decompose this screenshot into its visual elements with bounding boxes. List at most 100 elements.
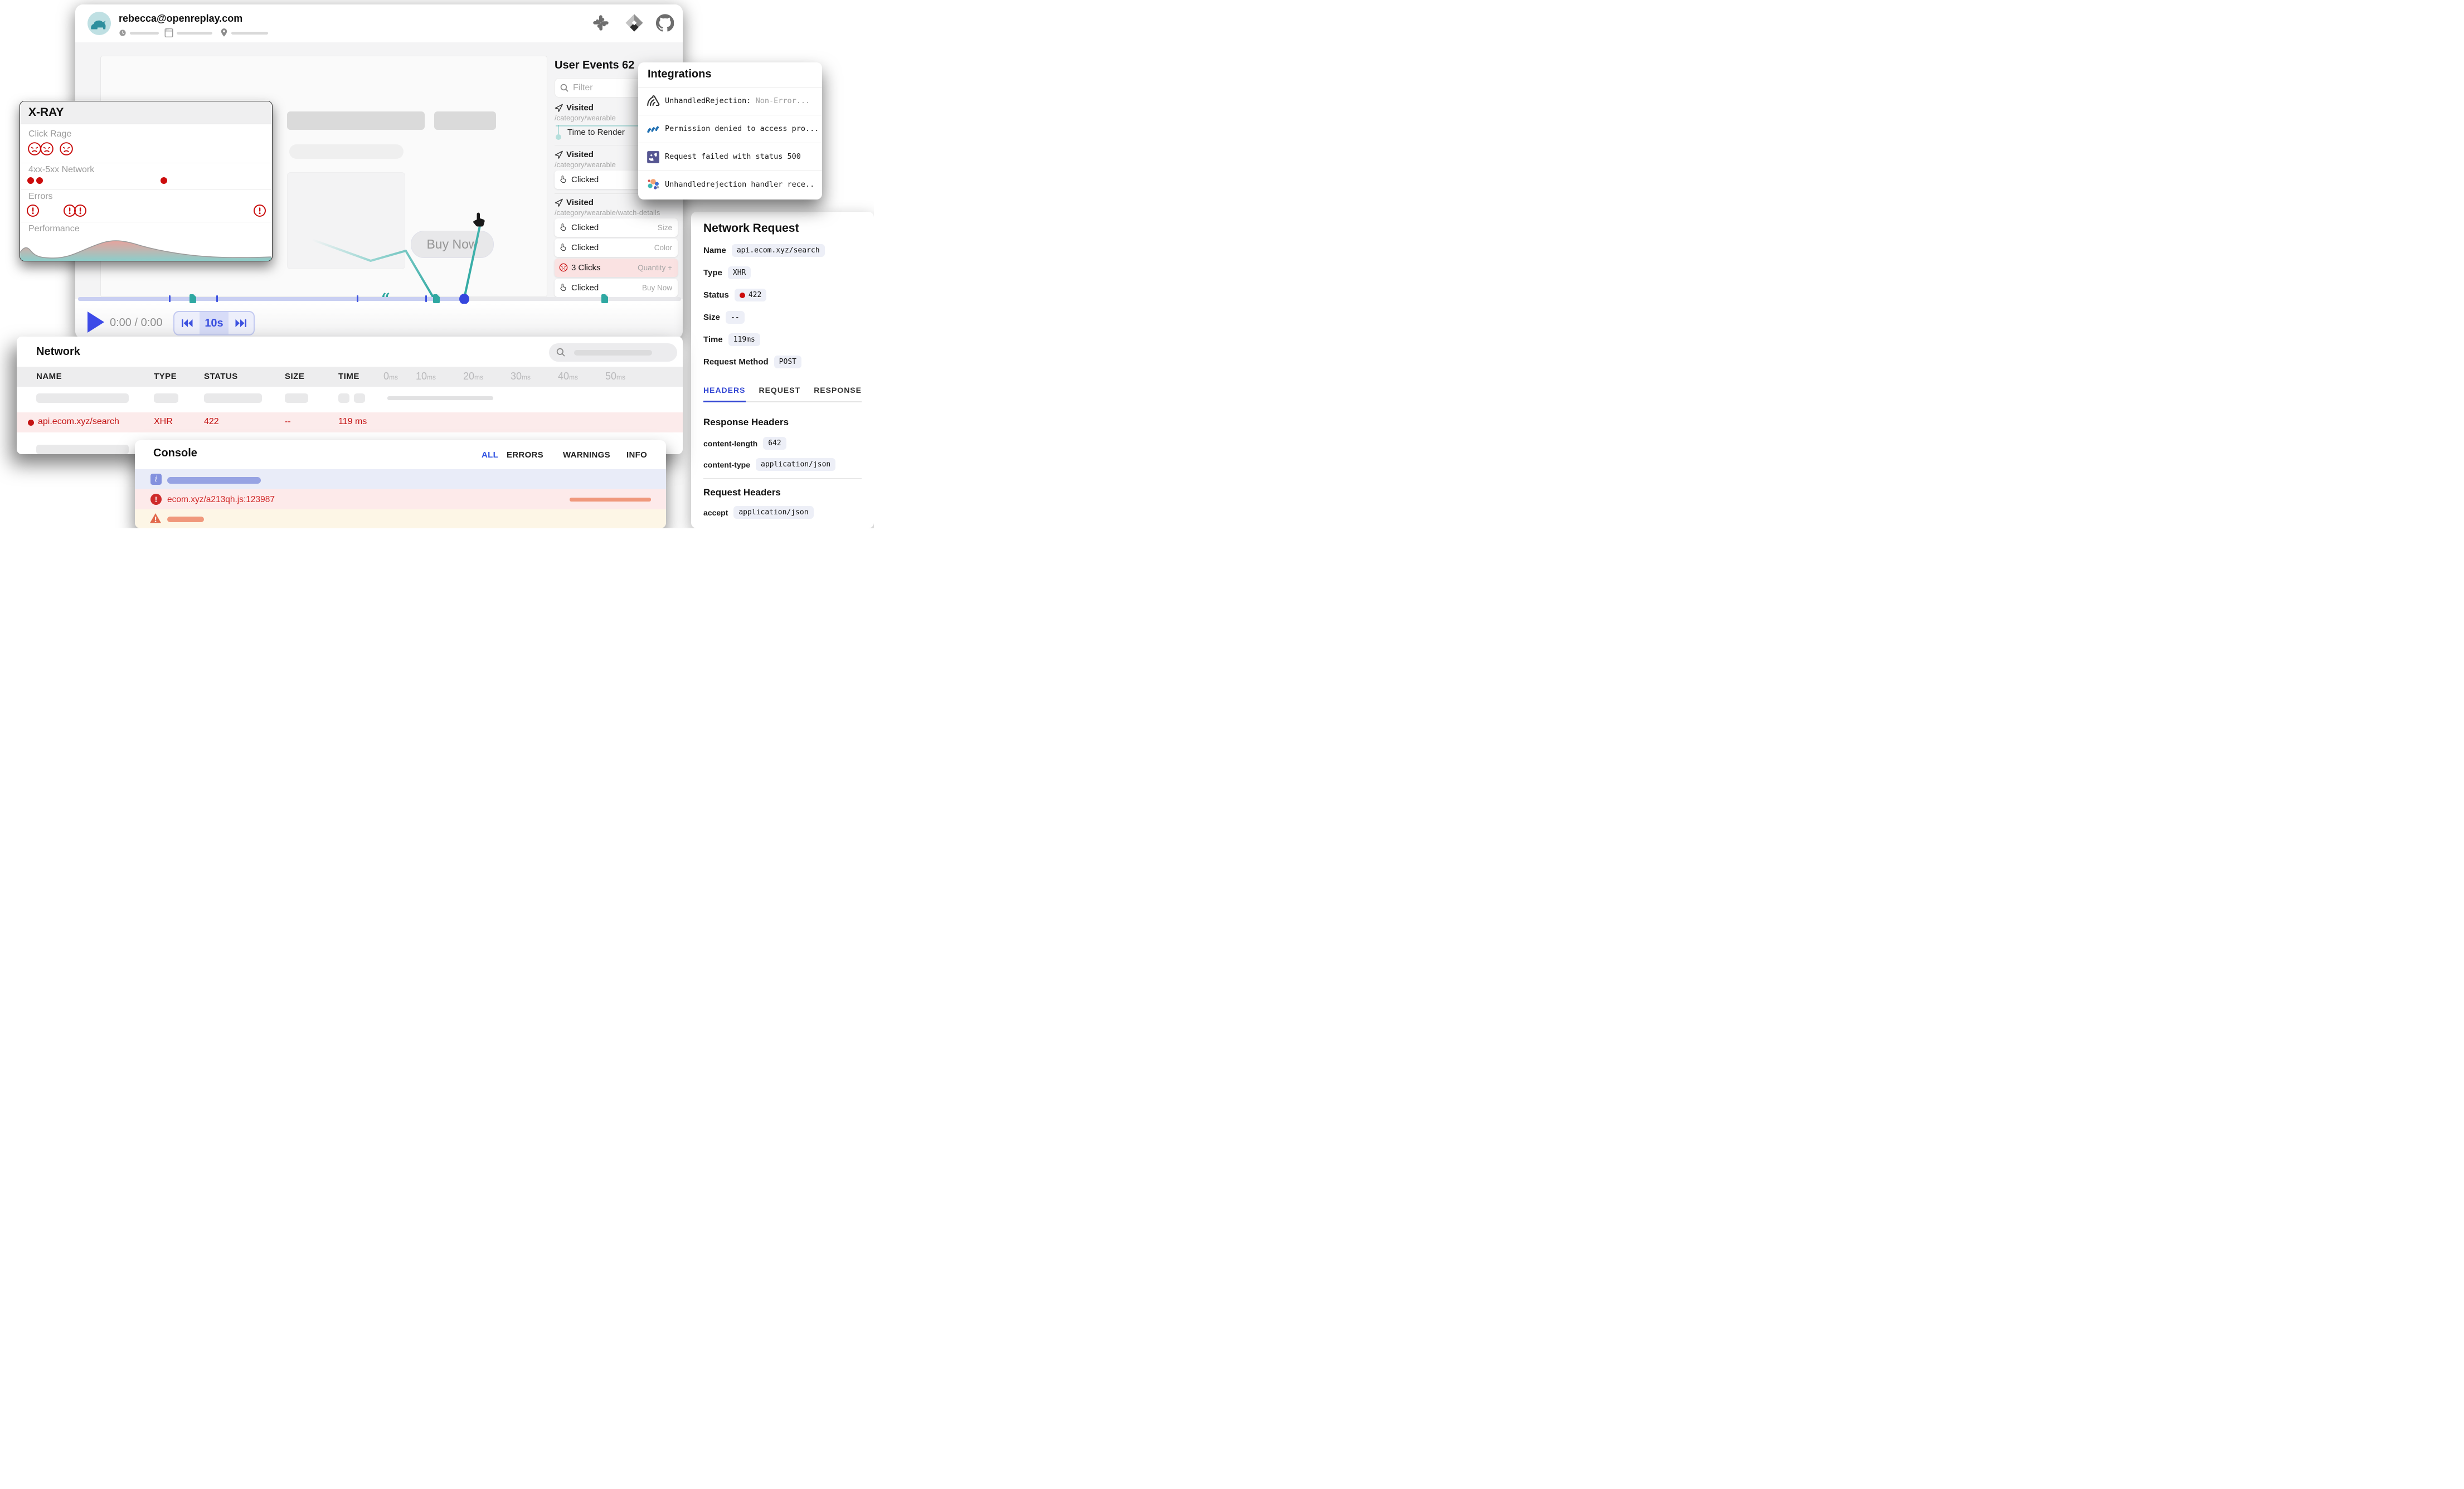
elastic-icon — [646, 178, 660, 192]
time-to-render-stem — [558, 125, 559, 135]
integration-error-text: Permission denied to access pro... — [665, 124, 819, 133]
field-type: Type XHR — [703, 266, 751, 279]
event-label: Clicked — [571, 243, 599, 252]
datadog-icon — [646, 150, 660, 164]
sentry-icon — [646, 94, 660, 109]
timeline-track-remaining[interactable] — [464, 297, 681, 301]
error-icon: ! — [150, 494, 162, 505]
xray-panel: X-RAY Click Rage 4xx-5xx Network Errors — [20, 101, 273, 261]
event-clicked-color[interactable]: Clicked Color — [555, 239, 678, 257]
timeline-event-tick[interactable] — [216, 295, 218, 302]
col-name[interactable]: NAME — [36, 372, 62, 381]
error-icon[interactable] — [26, 204, 40, 217]
time-to-render-dot — [556, 134, 561, 140]
console-log-info[interactable]: i — [135, 469, 666, 489]
field-label: Time — [703, 335, 723, 344]
event-rage-clicks[interactable]: 3 Clicks Quantity + — [555, 259, 678, 277]
waterfall-bar-skeleton — [387, 396, 493, 400]
playback-time: 0:00 / 0:00 — [110, 317, 163, 329]
field-value: 422 — [749, 291, 761, 299]
timeline-event-tick[interactable] — [169, 295, 171, 302]
col-type[interactable]: TYPE — [154, 372, 177, 381]
session-user-email: rebecca@openreplay.com — [119, 13, 242, 25]
skip-back-button[interactable] — [174, 312, 200, 334]
timeline-log-marker[interactable] — [189, 294, 196, 303]
field-value: XHR — [728, 266, 751, 279]
timeline-log-marker[interactable] — [433, 294, 440, 303]
divider — [20, 189, 272, 190]
network-row-skeleton — [17, 387, 683, 410]
github-icon[interactable] — [656, 14, 674, 32]
divider — [703, 478, 862, 479]
integration-error-text: Request failed with status 500 — [665, 152, 801, 161]
integration-row-rollbar[interactable]: Permission denied to access pro... — [638, 115, 822, 143]
console-tab-info[interactable]: INFO — [626, 450, 647, 460]
integration-row-sentry[interactable]: UnhandledRejection: Non-Error... — [638, 87, 822, 115]
timeline-event-tick[interactable] — [357, 295, 358, 302]
field-value: api.ecom.xyz/search — [732, 244, 825, 257]
console-log-warning[interactable] — [135, 509, 666, 528]
event-visited-3[interactable]: Visited — [566, 198, 594, 207]
header-value: application/json — [756, 458, 835, 471]
jira-icon[interactable] — [625, 13, 644, 32]
time-to-render-label[interactable]: Time to Render — [567, 128, 625, 137]
tab-response[interactable]: RESPONSE — [814, 386, 862, 395]
rhino-icon — [88, 12, 111, 35]
tick-40ms: 40ms — [558, 371, 578, 382]
error-icon[interactable] — [74, 204, 87, 217]
play-button[interactable] — [88, 312, 104, 333]
user-events-title: User Events 62 — [555, 59, 634, 72]
col-time[interactable]: TIME — [338, 372, 359, 381]
skip-controls: 10s — [173, 311, 255, 335]
request-type: XHR — [154, 417, 173, 427]
user-avatar — [88, 12, 111, 35]
header-value: 642 — [763, 437, 786, 450]
tab-request[interactable]: REQUEST — [759, 386, 800, 395]
event-visited-1-path: /category/wearable — [555, 114, 616, 122]
skip-forward-button[interactable] — [229, 312, 254, 334]
event-clicked-buy-now[interactable]: Clicked Buy Now — [555, 279, 678, 297]
event-clicked-size[interactable]: Clicked Size — [555, 218, 678, 237]
network-error-dot[interactable] — [161, 177, 167, 184]
console-title: Console — [153, 447, 197, 460]
event-visited-1[interactable]: Visited — [566, 103, 594, 113]
col-status[interactable]: STATUS — [204, 372, 238, 381]
network-error-dot[interactable] — [36, 177, 43, 184]
tab-headers[interactable]: HEADERS — [703, 386, 745, 395]
event-target: Size — [658, 223, 672, 232]
timeline-event-tick[interactable] — [425, 295, 427, 302]
session-browser-skeleton — [177, 32, 212, 35]
col-size[interactable]: SIZE — [285, 372, 304, 381]
session-duration-skeleton — [130, 32, 159, 35]
network-search[interactable] — [549, 343, 677, 362]
network-panel-title: Network — [36, 346, 80, 358]
rage-face-icon[interactable] — [40, 142, 54, 156]
rage-face-icon[interactable] — [59, 142, 74, 156]
request-detail-tabs: HEADERS REQUEST RESPONSE — [703, 386, 862, 395]
network-row-error[interactable]: api.ecom.xyz/search XHR 422 -- 119 ms — [17, 412, 683, 432]
rollbar-icon — [646, 122, 660, 137]
integrations-panel: Integrations UnhandledRejection: Non-Err… — [638, 62, 822, 199]
field-label: Size — [703, 313, 720, 322]
field-status: Status 422 — [703, 289, 766, 301]
integration-row-datadog[interactable]: Request failed with status 500 — [638, 143, 822, 171]
error-icon[interactable] — [253, 204, 266, 217]
request-status: 422 — [204, 417, 219, 427]
event-visited-2[interactable]: Visited — [566, 150, 594, 159]
timeline-log-marker[interactable] — [601, 294, 608, 303]
console-log-error[interactable]: ! ecom.xyz/a213qh.js:123987 — [135, 489, 666, 509]
console-tab-all[interactable]: ALL — [482, 450, 498, 460]
info-icon: i — [150, 474, 162, 485]
timeline-playhead[interactable] — [459, 294, 469, 304]
tabs-underline-active — [703, 401, 746, 402]
console-tab-warnings[interactable]: WARNINGS — [563, 450, 610, 460]
slack-icon[interactable] — [592, 14, 609, 31]
header-accept: accept application/json — [703, 506, 814, 519]
console-tab-errors[interactable]: ERRORS — [507, 450, 543, 460]
tick-10ms: 10ms — [416, 371, 436, 382]
network-error-dot[interactable] — [27, 177, 34, 184]
timeline-track-played[interactable] — [78, 297, 464, 301]
skip-interval[interactable]: 10s — [200, 312, 229, 334]
integration-row-elastic[interactable]: Unhandledrejection handler rece.. — [638, 171, 822, 198]
xray-title: X-RAY — [28, 106, 64, 119]
